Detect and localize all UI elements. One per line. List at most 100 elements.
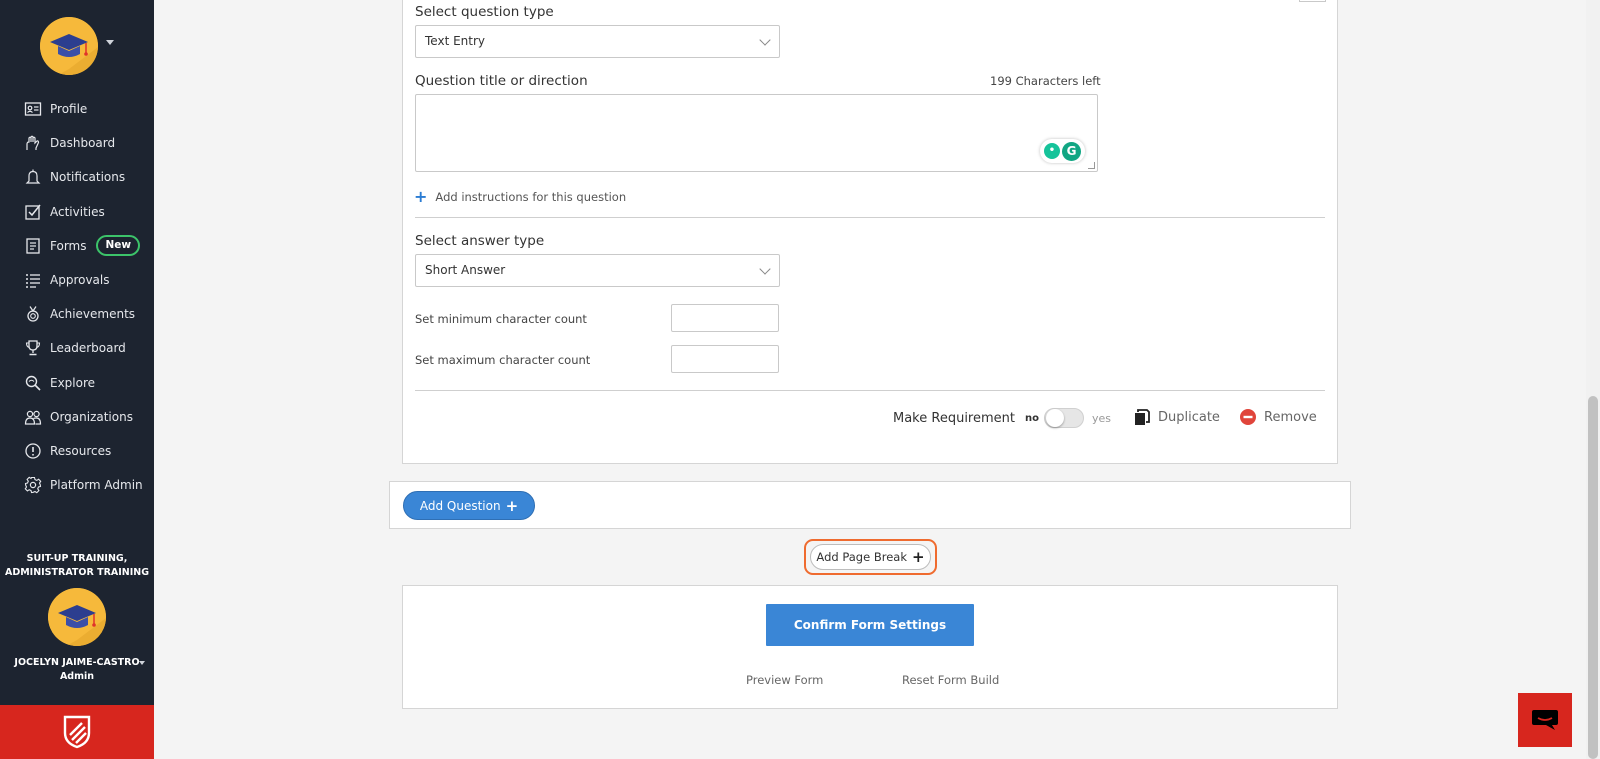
sidebar-item-forms[interactable]: Forms New bbox=[0, 229, 154, 263]
question-title-label: Question title or direction bbox=[415, 73, 588, 89]
sidebar-item-activities[interactable]: Activities bbox=[0, 195, 154, 229]
sidebar-nav: Profile Dashboard Notifications Activiti… bbox=[0, 92, 154, 502]
collapse-toggle[interactable] bbox=[1299, 0, 1326, 2]
plus-icon: + bbox=[505, 496, 519, 515]
sidebar: Profile Dashboard Notifications Activiti… bbox=[0, 0, 154, 759]
org-name-line-2: ADMINISTRATOR TRAINING bbox=[4, 567, 150, 578]
organization-name: SUIT-UP TRAINING, ADMINISTRATOR TRAINING bbox=[0, 552, 154, 580]
plus-icon: + bbox=[911, 548, 925, 566]
chevron-down-icon bbox=[759, 263, 771, 275]
brand-footer[interactable] bbox=[0, 705, 154, 759]
add-instructions-link[interactable]: + Add instructions for this question bbox=[414, 187, 626, 206]
minus-circle-icon bbox=[1240, 409, 1256, 425]
dashboard-hand-icon bbox=[24, 134, 42, 152]
plus-icon: + bbox=[414, 187, 428, 206]
chevron-down-icon[interactable] bbox=[106, 40, 114, 45]
sidebar-item-label: Achievements bbox=[50, 307, 136, 322]
org-avatar[interactable] bbox=[40, 17, 98, 75]
user-role: Admin bbox=[59, 671, 95, 682]
sidebar-item-resources[interactable]: Resources bbox=[0, 434, 154, 468]
user-avatar[interactable] bbox=[48, 588, 106, 646]
preview-form-link[interactable]: Preview Form bbox=[746, 673, 823, 687]
sidebar-item-platform-admin[interactable]: Platform Admin bbox=[0, 468, 154, 502]
answer-type-label: Select answer type bbox=[415, 233, 545, 249]
resize-handle-icon[interactable] bbox=[1088, 162, 1095, 169]
requirement-toggle[interactable] bbox=[1044, 408, 1084, 428]
scrollbar[interactable] bbox=[1586, 0, 1600, 759]
duplicate-label: Duplicate bbox=[1158, 410, 1220, 425]
remove-label: Remove bbox=[1264, 409, 1317, 425]
people-icon bbox=[24, 408, 42, 426]
form-icon bbox=[24, 237, 42, 255]
bell-icon bbox=[24, 168, 42, 186]
sidebar-item-label: Leaderboard bbox=[50, 341, 126, 356]
sidebar-item-label: Resources bbox=[50, 443, 112, 458]
checkbox-icon bbox=[24, 203, 42, 221]
explore-icon bbox=[24, 374, 42, 392]
sidebar-item-label: Approvals bbox=[50, 273, 110, 288]
info-circle-icon bbox=[24, 442, 42, 460]
question-card bbox=[402, 0, 1338, 464]
chat-bubble-icon bbox=[1532, 710, 1558, 730]
profile-card-icon bbox=[24, 100, 42, 118]
answer-type-value: Short Answer bbox=[425, 263, 506, 277]
toggle-no-label: no bbox=[1025, 413, 1039, 424]
user-name[interactable]: JOCELYN JAIME-CASTRO bbox=[0, 657, 154, 668]
sidebar-item-dashboard[interactable]: Dashboard bbox=[0, 126, 154, 160]
max-count-label: Set maximum character count bbox=[415, 353, 591, 367]
lightbulb-icon[interactable]: • bbox=[1044, 143, 1060, 159]
add-question-button[interactable]: Add Question + bbox=[403, 491, 535, 520]
sidebar-item-label: Notifications bbox=[50, 170, 126, 185]
chat-widget-button[interactable] bbox=[1518, 693, 1572, 747]
duplicate-button[interactable]: Duplicate bbox=[1134, 409, 1220, 426]
medal-icon bbox=[24, 305, 42, 323]
grammarly-icon[interactable]: G bbox=[1062, 141, 1081, 161]
max-count-input[interactable] bbox=[671, 345, 779, 373]
sidebar-item-notifications[interactable]: Notifications bbox=[0, 160, 154, 194]
grammarly-widget[interactable]: • G bbox=[1040, 139, 1085, 163]
list-check-icon bbox=[24, 271, 42, 289]
question-type-value: Text Entry bbox=[425, 34, 486, 48]
answer-type-select[interactable]: Short Answer bbox=[415, 254, 780, 287]
divider bbox=[415, 390, 1325, 391]
question-title-textarea[interactable] bbox=[415, 94, 1098, 172]
remove-button[interactable]: Remove bbox=[1240, 409, 1317, 425]
scrollbar-thumb[interactable] bbox=[1588, 396, 1598, 759]
graduation-cap-icon bbox=[48, 588, 106, 646]
min-count-label: Set minimum character count bbox=[415, 312, 587, 326]
gear-icon bbox=[24, 476, 42, 494]
sidebar-item-label: Dashboard bbox=[50, 136, 116, 151]
sidebar-item-label: Explore bbox=[50, 375, 96, 390]
graduation-cap-icon bbox=[40, 17, 98, 75]
sidebar-item-label: Forms bbox=[50, 238, 87, 253]
sidebar-item-achievements[interactable]: Achievements bbox=[0, 297, 154, 331]
toggle-knob bbox=[1046, 409, 1064, 427]
chevron-down-icon[interactable] bbox=[139, 661, 145, 665]
shield-logo-icon bbox=[63, 715, 91, 749]
add-page-break-label: Add Page Break bbox=[816, 550, 907, 564]
new-badge: New bbox=[96, 235, 141, 257]
question-type-label: Select question type bbox=[415, 4, 554, 20]
characters-left-counter: 199 Characters left bbox=[990, 74, 1101, 88]
divider bbox=[415, 217, 1325, 218]
copy-icon bbox=[1134, 409, 1150, 426]
sidebar-item-leaderboard[interactable]: Leaderboard bbox=[0, 331, 154, 365]
sidebar-item-organizations[interactable]: Organizations bbox=[0, 400, 154, 434]
sidebar-item-label: Organizations bbox=[50, 409, 133, 424]
confirm-form-settings-button[interactable]: Confirm Form Settings bbox=[766, 604, 974, 646]
reset-form-build-link[interactable]: Reset Form Build bbox=[902, 673, 999, 687]
question-type-select[interactable]: Text Entry bbox=[415, 25, 780, 58]
make-requirement-label: Make Requirement bbox=[893, 411, 1015, 426]
trophy-icon bbox=[24, 339, 42, 357]
min-count-input[interactable] bbox=[671, 304, 779, 332]
sidebar-item-label: Platform Admin bbox=[50, 478, 143, 493]
add-question-label: Add Question bbox=[419, 498, 501, 513]
sidebar-item-explore[interactable]: Explore bbox=[0, 366, 154, 400]
sidebar-item-label: Activities bbox=[50, 204, 105, 219]
org-name-line-1: SUIT-UP TRAINING, bbox=[26, 553, 128, 564]
toggle-yes-label: yes bbox=[1092, 412, 1112, 425]
sidebar-item-profile[interactable]: Profile bbox=[0, 92, 154, 126]
add-instructions-label: Add instructions for this question bbox=[435, 189, 627, 204]
add-page-break-button[interactable]: Add Page Break + bbox=[810, 544, 931, 570]
sidebar-item-approvals[interactable]: Approvals bbox=[0, 263, 154, 297]
